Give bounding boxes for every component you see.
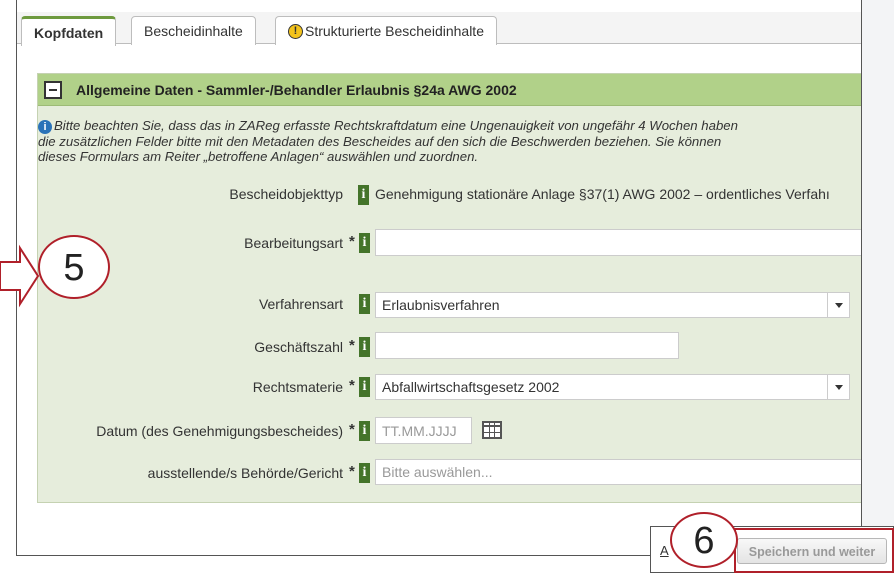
- tab-strukturierte-bescheidinhalte[interactable]: ! Strukturierte Bescheidinhalte: [275, 16, 497, 45]
- background-strip: [862, 0, 894, 573]
- required-mark: *: [349, 337, 355, 354]
- behoerde-select[interactable]: Bitte auswählen...: [375, 459, 861, 485]
- collapse-icon[interactable]: [44, 80, 62, 99]
- bearbeitungsart-help-icon[interactable]: i: [359, 233, 370, 253]
- tab-label: Strukturierte Bescheidinhalte: [305, 23, 484, 39]
- step-marker-6: 6: [670, 512, 738, 568]
- rechtsmaterie-value: Abfallwirtschaftsgesetz 2002: [382, 379, 560, 395]
- bescheidobjekttyp-label: Bescheidobjekttyp: [229, 186, 343, 202]
- datum-field[interactable]: [375, 417, 472, 444]
- rechtsmaterie-label: Rechtsmaterie: [252, 379, 343, 395]
- tab-label: Kopfdaten: [34, 24, 104, 41]
- info-message: i Bitte beachten Sie, dass das in ZAReg e…: [38, 118, 861, 164]
- rechtsmaterie-select[interactable]: Abfallwirtschaftsgesetz 2002: [375, 374, 850, 400]
- tab-label: Bescheidinhalte: [144, 23, 243, 39]
- verfahrensart-help-icon[interactable]: i: [359, 294, 370, 314]
- geschaeftszahl-field[interactable]: [375, 332, 679, 359]
- bescheidobjekttyp-help-icon[interactable]: i: [358, 185, 369, 205]
- panel-title: Allgemeine Daten - Sammler-/Behandler Er…: [76, 81, 517, 98]
- arrow-right-icon: [0, 244, 40, 308]
- step-marker-5: 5: [38, 235, 110, 299]
- save-and-continue-button[interactable]: Speichern und weiter: [737, 538, 887, 564]
- info-line: i Bitte beachten Sie, dass das in ZAReg e…: [38, 118, 861, 134]
- required-mark: *: [349, 377, 355, 394]
- panel-header: Allgemeine Daten - Sammler-/Behandler Er…: [38, 74, 861, 106]
- required-mark: *: [349, 233, 355, 250]
- bottom-link[interactable]: A: [660, 543, 669, 558]
- required-mark: *: [349, 421, 355, 438]
- info-icon: i: [38, 120, 52, 134]
- info-line: dieses Formulars am Reiter „betroffene A…: [38, 149, 479, 164]
- calendar-icon[interactable]: [482, 421, 502, 439]
- tab-bar: Kopfdaten Bescheidinhalte ! Strukturiert…: [17, 12, 861, 46]
- chevron-down-icon[interactable]: [827, 293, 849, 317]
- warning-icon: !: [288, 23, 303, 39]
- tab-bescheidinhalte[interactable]: Bescheidinhalte: [131, 16, 256, 45]
- tab-kopfdaten[interactable]: Kopfdaten: [21, 16, 117, 46]
- verfahrensart-label: Verfahrensart: [258, 296, 343, 312]
- verfahrensart-select[interactable]: Erlaubnisverfahren: [375, 292, 850, 318]
- bearbeitungsart-field[interactable]: [375, 229, 861, 256]
- behoerde-label: ausstellende/s Behörde/Gericht: [147, 465, 343, 481]
- general-data-panel: Allgemeine Daten - Sammler-/Behandler Er…: [37, 73, 861, 503]
- info-line: die zusätzlichen Felder bitte mit den Me…: [38, 134, 722, 149]
- datum-label: Datum (des Genehmigungsbescheides): [96, 423, 343, 439]
- rechtsmaterie-help-icon[interactable]: i: [359, 377, 370, 397]
- geschaeftszahl-label: Geschäftszahl: [254, 339, 343, 355]
- bescheidobjekttyp-value: Genehmigung stationäre Anlage §37(1) AWG…: [375, 186, 830, 202]
- geschaeftszahl-help-icon[interactable]: i: [359, 337, 370, 357]
- form-window: Kopfdaten Bescheidinhalte ! Strukturiert…: [16, 0, 862, 556]
- behoerde-help-icon[interactable]: i: [359, 463, 370, 483]
- datum-help-icon[interactable]: i: [359, 421, 370, 441]
- bearbeitungsart-label: Bearbeitungsart: [244, 235, 343, 251]
- required-mark: *: [349, 463, 355, 480]
- chevron-down-icon[interactable]: [827, 375, 849, 399]
- verfahrensart-value: Erlaubnisverfahren: [382, 297, 500, 313]
